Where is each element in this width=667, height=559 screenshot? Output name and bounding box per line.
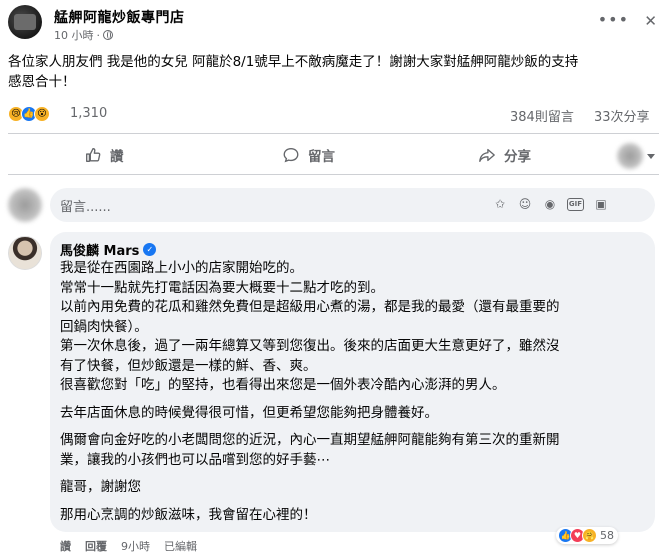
care-reaction-icon: 🤗 xyxy=(582,528,597,543)
globe-icon xyxy=(103,30,113,40)
comment-reaction-count: 58 xyxy=(600,529,614,542)
comment-line: 常常十一點就先打電話因為要大概要十二點才吃的到。 xyxy=(60,279,384,296)
wow-reaction-icon: 😮 xyxy=(34,106,50,122)
more-options-icon[interactable]: ••• xyxy=(598,10,629,29)
sticker-icon[interactable]: ▣ xyxy=(593,196,609,212)
comment-line: 回鍋肉快餐）。 xyxy=(60,318,148,335)
comment-line: 第一次休息後，過了一兩年總算又等到您復出。後來的店面更大生意更好了，雖然沒 xyxy=(60,338,560,354)
audience-selector[interactable] xyxy=(617,143,655,169)
share-label: 分享 xyxy=(504,149,531,165)
reaction-count[interactable]: 1,310 xyxy=(70,106,107,121)
comment-tools: ✩ ☺ ◉ GIF ▣ xyxy=(492,196,609,212)
reaction-summary[interactable]: 😢 👍 😮 xyxy=(8,106,50,122)
gif-icon[interactable]: GIF xyxy=(567,197,584,211)
like-label: 讚 xyxy=(110,149,124,165)
post-text: 各位家人朋友們 我是他的女兒 阿龍於8/1號早上不敵病魔走了！謝謝大家對艋舺阿龍… xyxy=(8,52,658,92)
comment-line: 那用心烹調的炒飯滋味，我會留在心裡的！ xyxy=(60,506,317,523)
avatar-sticker-icon[interactable]: ✩ xyxy=(492,196,508,212)
comment-time[interactable]: 9小時 xyxy=(121,538,150,554)
divider xyxy=(8,174,659,175)
commenter-name-text[interactable]: 馬俊麟 Mars xyxy=(60,240,139,259)
comment-line: 我是從在西園路上小小的店家開始吃的。 xyxy=(60,260,303,276)
comment-line: 業，讓我的小孩們也可以品嚐到您的好手藝⋯ xyxy=(60,451,330,468)
comment-input-placeholder: 留言...... xyxy=(60,200,111,215)
comment-line: 偶爾會向金好吃的小老闆問您的近況，內心一直期望艋舺阿龍能夠有第三次的重新開 xyxy=(60,432,560,448)
like-button[interactable]: 讚 xyxy=(84,145,124,165)
comment-icon xyxy=(283,148,299,163)
comment-line: 很喜歡您對「吃」的堅持，也看得出來您是一個外表冷酷內心澎湃的男人。 xyxy=(60,377,506,393)
emoji-icon[interactable]: ☺ xyxy=(517,196,533,212)
page-avatar[interactable] xyxy=(8,5,42,39)
comment-button[interactable]: 留言 xyxy=(282,145,335,165)
post-meta: 10 小時 · xyxy=(54,27,113,43)
comment-text: 我是從在西園路上小小的店家開始吃的。 常常十一點就先打電話因為要大概要十二點才吃… xyxy=(60,259,645,525)
comment-edited-label: 已編輯 xyxy=(164,540,197,553)
divider xyxy=(8,133,659,134)
comment-actions: 讚 回覆 9小時 已編輯 xyxy=(60,538,197,554)
share-icon xyxy=(479,148,495,162)
comment-reactions[interactable]: 👍 ♥ 🤗 58 xyxy=(556,527,618,544)
post-text-line: 感恩合十！ xyxy=(8,74,76,90)
commenter-name[interactable]: 馬俊麟 Mars ✓ xyxy=(60,240,157,259)
comment-like-button[interactable]: 讚 xyxy=(60,538,71,554)
shares-count[interactable]: 33次分享 xyxy=(594,106,650,125)
post-time[interactable]: 10 小時 xyxy=(54,27,94,43)
avatar xyxy=(617,143,643,169)
post-text-line: 各位家人朋友們 我是他的女兒 阿龍於8/1號早上不敵病魔走了！謝謝大家對艋舺阿龍… xyxy=(8,54,579,70)
comment-line: 去年店面休息的時候覺得很可惜，但更希望您能夠把身體養好。 xyxy=(60,404,438,421)
page-name[interactable]: 艋舺阿龍炒飯專門店 xyxy=(54,7,185,27)
comments-count[interactable]: 384則留言 xyxy=(510,106,574,125)
camera-icon[interactable]: ◉ xyxy=(542,196,558,212)
share-button[interactable]: 分享 xyxy=(478,145,531,165)
current-user-avatar[interactable] xyxy=(8,188,42,222)
like-icon xyxy=(86,148,101,162)
comment-line: 有了快餐，但炒飯還是一樣的鮮、香、爽。 xyxy=(60,357,317,374)
comment-line: 以前內用免費的花瓜和雞然免費但是超級用心煮的湯，都是我的最愛（還有最重要的 xyxy=(60,299,560,315)
chevron-down-icon xyxy=(647,153,655,159)
comment-label: 留言 xyxy=(308,149,335,165)
commenter-avatar[interactable] xyxy=(8,236,42,270)
comment-reply-button[interactable]: 回覆 xyxy=(85,538,107,554)
close-icon[interactable]: ✕ xyxy=(644,12,657,30)
verified-badge-icon: ✓ xyxy=(143,243,157,256)
comment-line: 龍哥，謝謝您 xyxy=(60,479,141,495)
